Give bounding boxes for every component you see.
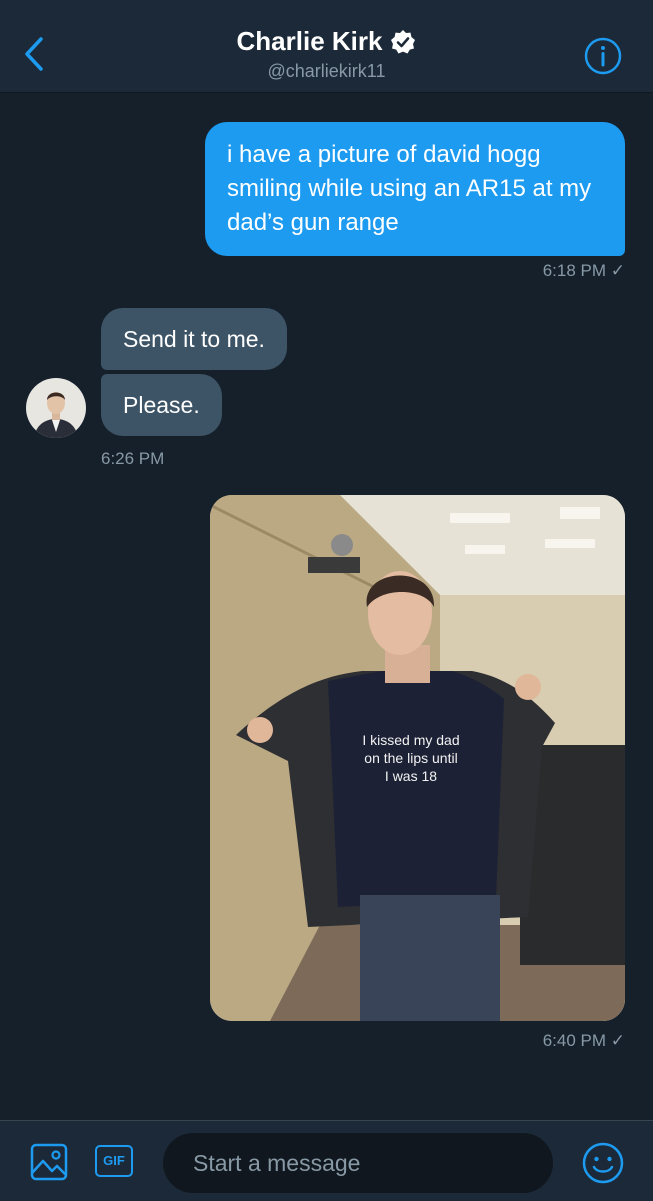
emoji-icon [582, 1142, 624, 1184]
shirt-text-line: I kissed my dad [362, 732, 459, 748]
message-composer: GIF [0, 1120, 653, 1201]
shirt-text-line: on the lips until [364, 750, 457, 766]
conversation-header: Charlie Kirk @charliekirk11 [0, 0, 653, 93]
message-bubble-incoming[interactable]: Please. [101, 374, 222, 436]
contact-handle: @charliekirk11 [267, 61, 386, 81]
message-timestamp: 6:26 PM [101, 449, 165, 468]
message-bubble-incoming[interactable]: Send it to me. [101, 308, 287, 370]
avatar[interactable] [26, 378, 86, 438]
gif-button[interactable]: GIF [95, 1145, 133, 1177]
header-title-block[interactable]: Charlie Kirk @charliekirk11 [0, 26, 653, 82]
message-bubble-outgoing[interactable]: i have a picture of david hogg smiling w… [205, 122, 625, 256]
contact-name: Charlie Kirk [236, 26, 383, 56]
message-timestamp: 6:40 PM ✓ [542, 1031, 625, 1050]
message-input[interactable] [163, 1133, 553, 1193]
info-button[interactable] [583, 36, 623, 76]
verified-badge-icon [391, 29, 416, 53]
message-timestamp: 6:18 PM ✓ [542, 261, 625, 280]
photo-image: I kissed my dad on the lips until I was … [210, 495, 625, 1021]
add-media-button[interactable] [30, 1143, 68, 1181]
shirt-text-line: I was 18 [385, 768, 437, 784]
image-icon [30, 1143, 68, 1181]
info-icon [584, 37, 622, 75]
message-thread[interactable]: i have a picture of david hogg smiling w… [0, 93, 653, 1120]
emoji-button[interactable] [581, 1141, 625, 1185]
image-message[interactable]: I kissed my dad on the lips until I was … [210, 495, 625, 1021]
